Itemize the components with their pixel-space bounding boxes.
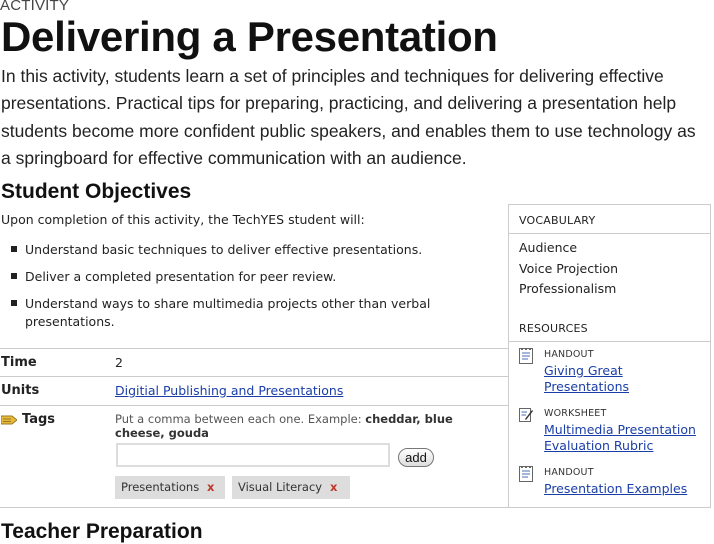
bullet-icon: [11, 300, 17, 306]
meta-bottom-divider: [0, 507, 508, 508]
activity-intro: In this activity, students learn a set o…: [1, 66, 696, 168]
vocab-item: Voice Projection: [519, 261, 619, 276]
resource-type: HANDOUT: [544, 467, 594, 478]
units-row-divider: [0, 376, 508, 377]
worksheet-icon: [519, 408, 533, 422]
tags-row-divider: [0, 405, 508, 406]
resource-type: HANDOUT: [544, 349, 594, 360]
activity-eyebrow: ACTIVITY: [0, 0, 70, 14]
bullet-icon: [11, 246, 17, 252]
tag-icon: [1, 415, 17, 425]
teacher-preparation-heading: Teacher Preparation: [1, 520, 203, 543]
page-title: Delivering a Presentation: [1, 13, 498, 60]
tag-input[interactable]: [116, 443, 390, 467]
handout-icon: [519, 466, 533, 482]
remove-tag-icon[interactable]: x: [330, 476, 337, 499]
resource-link[interactable]: Giving Great Presentations: [544, 363, 629, 394]
vocab-item: Professionalism: [519, 281, 617, 296]
objectives-list: Understand basic techniques to deliver e…: [11, 241, 431, 340]
handout-icon: [519, 348, 533, 364]
tags-label: Tags: [22, 412, 56, 427]
objective-item: Understand ways to share multimedia proj…: [11, 295, 431, 331]
units-label: Units: [1, 383, 40, 398]
units-link[interactable]: Digitial Publishing and Presentations: [115, 383, 343, 398]
remove-tag-icon[interactable]: x: [207, 476, 214, 499]
time-value: 2: [115, 355, 123, 370]
resource-type: WORKSHEET: [544, 408, 607, 419]
sidebar-panel: VOCABULARY Audience Voice Projection Pro…: [508, 204, 711, 508]
tag-chip: Visual Literacy x: [232, 476, 350, 499]
objectives-heading: Student Objectives: [1, 180, 192, 203]
objectives-intro: Upon completion of this activity, the Te…: [1, 212, 365, 227]
time-row-divider: [0, 348, 508, 349]
resources-heading: RESOURCES: [519, 322, 588, 335]
objective-item: Understand basic techniques to deliver e…: [11, 241, 431, 259]
time-label: Time: [1, 355, 37, 370]
bullet-icon: [11, 273, 17, 279]
objective-item: Deliver a completed presentation for pee…: [11, 268, 431, 286]
resource-link[interactable]: Multimedia Presentation Evaluation Rubri…: [544, 422, 696, 453]
tags-hint: Put a comma between each one. Example: c…: [115, 412, 453, 440]
vocabulary-heading: VOCABULARY: [519, 214, 596, 227]
vocab-item: Audience: [519, 240, 578, 255]
resources-divider: [509, 341, 710, 342]
add-tag-button[interactable]: add: [398, 448, 434, 467]
vocabulary-divider: [509, 233, 710, 234]
tag-chip: Presentations x: [115, 476, 225, 499]
resource-link[interactable]: Presentation Examples: [544, 481, 687, 496]
